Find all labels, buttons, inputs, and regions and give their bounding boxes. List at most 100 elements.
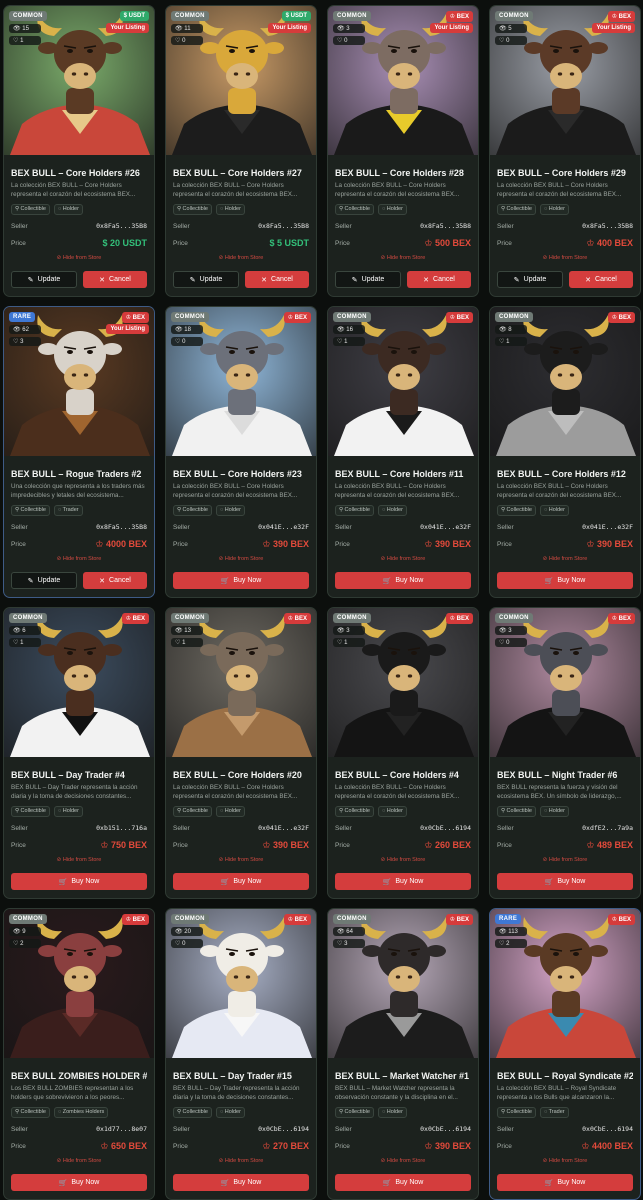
likes-count[interactable]: ♡ 0 <box>171 337 203 346</box>
likes-count[interactable]: ♡ 0 <box>495 638 527 647</box>
nft-title[interactable]: BEX BULL – Core Holders #4 <box>335 770 471 780</box>
seller-address[interactable]: 0x8Fa5...35B8 <box>96 523 147 531</box>
nft-title[interactable]: BEX BULL ZOMBIES HOLDER #5 <box>11 1071 147 1081</box>
nft-card[interactable]: COMMON ♔ BEX 👁 18 ♡ 0 BEX BULL – Core Ho… <box>165 306 317 598</box>
nft-title[interactable]: BEX BULL – Core Holders #12 <box>497 469 633 479</box>
nft-card[interactable]: COMMON $ USDT Your Listing 👁 15 ♡ 1 BEX … <box>3 5 155 297</box>
seller-address[interactable]: 0xb151...716a <box>96 824 147 832</box>
hide-from-store-link[interactable]: ⊘ Hide from Store <box>11 556 147 564</box>
likes-count[interactable]: ♡ 1 <box>9 638 41 647</box>
hide-from-store-link[interactable]: ⊘ Hide from Store <box>335 255 471 263</box>
hide-from-store-link[interactable]: ⊘ Hide from Store <box>173 255 309 263</box>
nft-card[interactable]: RARE ♔ BEX Your Listing 👁 62 ♡ 3 BEX BUL… <box>3 306 155 598</box>
hide-from-store-link[interactable]: ⊘ Hide from Store <box>497 556 633 564</box>
nft-title[interactable]: BEX BULL – Core Holders #20 <box>173 770 309 780</box>
nft-image[interactable]: RARE ♔ BEX 👁 113 ♡ 2 <box>490 909 640 1058</box>
nft-title[interactable]: BEX BULL – Royal Syndicate #2 <box>497 1071 633 1081</box>
nft-title[interactable]: BEX BULL – Core Holders #28 <box>335 168 471 178</box>
buy-now-button[interactable]: 🛒 Buy Now <box>11 873 147 890</box>
nft-title[interactable]: BEX BULL – Core Holders #11 <box>335 469 471 479</box>
buy-now-button[interactable]: 🛒 Buy Now <box>335 572 471 589</box>
likes-count[interactable]: ♡ 3 <box>333 939 365 948</box>
buy-now-button[interactable]: 🛒 Buy Now <box>335 1174 471 1191</box>
seller-address[interactable]: 0x041E...e32F <box>258 824 309 832</box>
nft-card[interactable]: COMMON ♔ BEX 👁 8 ♡ 1 BEX BULL – Core Hol… <box>489 306 641 598</box>
nft-card[interactable]: COMMON $ USDT Your Listing 👁 11 ♡ 0 BEX … <box>165 5 317 297</box>
cancel-button[interactable]: ✕ Cancel <box>83 271 147 288</box>
likes-count[interactable]: ♡ 0 <box>171 36 203 45</box>
nft-image[interactable]: COMMON ♔ BEX 👁 8 ♡ 1 <box>490 307 640 456</box>
nft-image[interactable]: COMMON ♔ BEX 👁 3 ♡ 1 <box>328 608 478 757</box>
update-button[interactable]: ✎ Update <box>335 271 401 288</box>
hide-from-store-link[interactable]: ⊘ Hide from Store <box>335 857 471 865</box>
likes-count[interactable]: ♡ 2 <box>495 939 527 948</box>
nft-title[interactable]: BEX BULL – Core Holders #29 <box>497 168 633 178</box>
likes-count[interactable]: ♡ 0 <box>171 939 203 948</box>
nft-title[interactable]: BEX BULL – Market Watcher #1 <box>335 1071 471 1081</box>
seller-address[interactable]: 0x8Fa5...35B8 <box>420 222 471 230</box>
nft-card[interactable]: COMMON ♔ BEX 👁 64 ♡ 3 BEX BULL – Market … <box>327 908 479 1200</box>
seller-address[interactable]: 0x8Fa5...35B8 <box>258 222 309 230</box>
nft-image[interactable]: COMMON ♔ BEX Your Listing 👁 5 ♡ 0 <box>490 6 640 155</box>
nft-title[interactable]: BEX BULL – Core Holders #26 <box>11 168 147 178</box>
likes-count[interactable]: ♡ 2 <box>9 939 41 948</box>
cancel-button[interactable]: ✕ Cancel <box>569 271 633 288</box>
seller-address[interactable]: 0xdfE2...7a9a <box>582 824 633 832</box>
nft-image[interactable]: COMMON ♔ BEX 👁 6 ♡ 1 <box>4 608 154 757</box>
hide-from-store-link[interactable]: ⊘ Hide from Store <box>11 1158 147 1166</box>
nft-image[interactable]: COMMON $ USDT Your Listing 👁 15 ♡ 1 <box>4 6 154 155</box>
seller-address[interactable]: 0x0CbE...6194 <box>258 1125 309 1133</box>
nft-title[interactable]: BEX BULL – Core Holders #23 <box>173 469 309 479</box>
hide-from-store-link[interactable]: ⊘ Hide from Store <box>11 255 147 263</box>
nft-image[interactable]: COMMON ♔ BEX Your Listing 👁 3 ♡ 0 <box>328 6 478 155</box>
likes-count[interactable]: ♡ 3 <box>9 337 41 346</box>
seller-address[interactable]: 0x1d77...8e07 <box>96 1125 147 1133</box>
seller-address[interactable]: 0x041E...e32F <box>420 523 471 531</box>
hide-from-store-link[interactable]: ⊘ Hide from Store <box>173 1158 309 1166</box>
nft-card[interactable]: COMMON ♔ BEX 👁 9 ♡ 2 BEX BULL ZOMBIES HO… <box>3 908 155 1200</box>
hide-from-store-link[interactable]: ⊘ Hide from Store <box>497 255 633 263</box>
nft-title[interactable]: BEX BULL – Core Holders #27 <box>173 168 309 178</box>
nft-image[interactable]: COMMON ♔ BEX 👁 64 ♡ 3 <box>328 909 478 1058</box>
nft-image[interactable]: COMMON $ USDT Your Listing 👁 11 ♡ 0 <box>166 6 316 155</box>
hide-from-store-link[interactable]: ⊘ Hide from Store <box>335 556 471 564</box>
buy-now-button[interactable]: 🛒 Buy Now <box>497 1174 633 1191</box>
likes-count[interactable]: ♡ 0 <box>495 36 527 45</box>
cancel-button[interactable]: ✕ Cancel <box>83 572 147 589</box>
likes-count[interactable]: ♡ 1 <box>495 337 527 346</box>
likes-count[interactable]: ♡ 1 <box>171 638 203 647</box>
nft-title[interactable]: BEX BULL – Day Trader #4 <box>11 770 147 780</box>
seller-address[interactable]: 0x0CbE...6194 <box>582 1125 633 1133</box>
hide-from-store-link[interactable]: ⊘ Hide from Store <box>173 857 309 865</box>
nft-image[interactable]: COMMON ♔ BEX 👁 3 ♡ 0 <box>490 608 640 757</box>
nft-card[interactable]: COMMON ♔ BEX 👁 3 ♡ 1 BEX BULL – Core Hol… <box>327 607 479 899</box>
buy-now-button[interactable]: 🛒 Buy Now <box>11 1174 147 1191</box>
buy-now-button[interactable]: 🛒 Buy Now <box>173 572 309 589</box>
buy-now-button[interactable]: 🛒 Buy Now <box>497 572 633 589</box>
likes-count[interactable]: ♡ 0 <box>333 36 365 45</box>
update-button[interactable]: ✎ Update <box>497 271 563 288</box>
nft-image[interactable]: COMMON ♔ BEX 👁 9 ♡ 2 <box>4 909 154 1058</box>
nft-title[interactable]: BEX BULL – Day Trader #15 <box>173 1071 309 1081</box>
seller-address[interactable]: 0x041E...e32F <box>258 523 309 531</box>
nft-card[interactable]: COMMON ♔ BEX 👁 3 ♡ 0 BEX BULL – Night Tr… <box>489 607 641 899</box>
nft-title[interactable]: BEX BULL – Night Trader #6 <box>497 770 633 780</box>
nft-card[interactable]: RARE ♔ BEX 👁 113 ♡ 2 BEX BULL – Royal Sy… <box>489 908 641 1200</box>
nft-image[interactable]: COMMON ♔ BEX 👁 18 ♡ 0 <box>166 307 316 456</box>
hide-from-store-link[interactable]: ⊘ Hide from Store <box>497 857 633 865</box>
hide-from-store-link[interactable]: ⊘ Hide from Store <box>497 1158 633 1166</box>
seller-address[interactable]: 0x0CbE...6194 <box>420 1125 471 1133</box>
cancel-button[interactable]: ✕ Cancel <box>245 271 309 288</box>
nft-card[interactable]: COMMON ♔ BEX Your Listing 👁 5 ♡ 0 BEX BU… <box>489 5 641 297</box>
nft-card[interactable]: COMMON ♔ BEX 👁 16 ♡ 1 BEX BULL – Core Ho… <box>327 306 479 598</box>
likes-count[interactable]: ♡ 1 <box>333 638 365 647</box>
buy-now-button[interactable]: 🛒 Buy Now <box>173 1174 309 1191</box>
hide-from-store-link[interactable]: ⊘ Hide from Store <box>11 857 147 865</box>
nft-image[interactable]: COMMON ♔ BEX 👁 16 ♡ 1 <box>328 307 478 456</box>
cancel-button[interactable]: ✕ Cancel <box>407 271 471 288</box>
nft-image[interactable]: COMMON ♔ BEX 👁 20 ♡ 0 <box>166 909 316 1058</box>
buy-now-button[interactable]: 🛒 Buy Now <box>497 873 633 890</box>
update-button[interactable]: ✎ Update <box>11 572 77 589</box>
nft-title[interactable]: BEX BULL – Rogue Traders #2 <box>11 469 147 479</box>
nft-image[interactable]: COMMON ♔ BEX 👁 13 ♡ 1 <box>166 608 316 757</box>
